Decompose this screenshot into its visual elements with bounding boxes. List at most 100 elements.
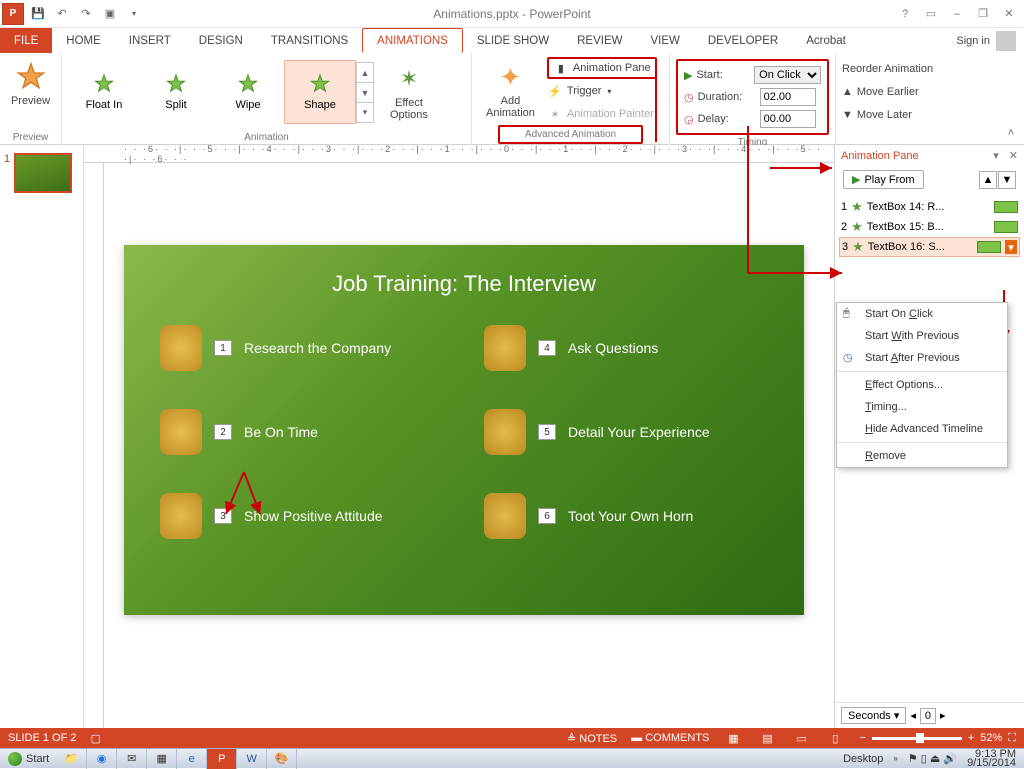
ribbon-tabs: FILE HOME INSERT DESIGN TRANSITIONS ANIM… — [0, 28, 1024, 53]
qat-customize[interactable]: ▾ — [124, 4, 144, 24]
avatar-icon — [996, 31, 1016, 51]
menu-start-with-previous[interactable]: Start With Previous — [837, 325, 1007, 347]
start-button[interactable]: Start — [0, 752, 57, 766]
item-dropdown[interactable]: ▾ — [1005, 240, 1017, 254]
zoom-out-button[interactable]: − — [859, 732, 865, 744]
gallery-shape[interactable]: Shape — [284, 60, 356, 124]
duration-input[interactable] — [760, 88, 816, 106]
undo-button[interactable]: ↶ — [52, 4, 72, 24]
explorer-icon[interactable]: 📁 — [57, 749, 87, 769]
bullet-5[interactable]: 5Detail Your Experience — [484, 409, 768, 455]
redo-button[interactable]: ↷ — [76, 4, 96, 24]
menu-hide-timeline[interactable]: Hide Advanced Timeline — [837, 418, 1007, 440]
gallery-scroll-down[interactable]: ▼ — [356, 82, 374, 103]
outlook-icon[interactable]: ✉ — [117, 749, 147, 769]
powerpoint-taskbar-icon[interactable]: P — [207, 749, 237, 769]
timeline-next[interactable]: ▸ — [940, 709, 946, 722]
comments-button[interactable]: ▬ COMMENTS — [631, 732, 709, 744]
menu-start-after-previous[interactable]: ◷Start After Previous — [837, 347, 1007, 369]
slide-editor[interactable]: · · ·6· · ·|· · ·5· · ·|· · ·4· · ·|· · … — [84, 145, 834, 728]
tab-insert[interactable]: INSERT — [115, 28, 185, 53]
calculator-icon[interactable]: ▦ — [147, 749, 177, 769]
gallery-more[interactable]: ▾ — [356, 102, 374, 123]
desktop-toolbar[interactable]: Desktop — [843, 753, 883, 765]
menu-remove[interactable]: Remove — [837, 445, 1007, 467]
bullet-4[interactable]: 4Ask Questions — [484, 325, 768, 371]
close-button[interactable]: ✕ — [1000, 5, 1018, 23]
bullet-3[interactable]: 3Show Positive Attitude — [160, 493, 444, 539]
spellcheck-icon[interactable]: ▢ — [90, 732, 100, 745]
play-from-button[interactable]: ▶Play From — [843, 170, 924, 189]
timeline-prev[interactable]: ◂ — [910, 709, 916, 722]
fit-button[interactable]: ⛶ — [1008, 732, 1016, 745]
tab-design[interactable]: DESIGN — [185, 28, 257, 53]
save-button[interactable]: 💾 — [28, 4, 48, 24]
pane-options[interactable]: ▾ — [993, 149, 999, 162]
tab-acrobat[interactable]: Acrobat — [792, 28, 860, 53]
tab-transitions[interactable]: TRANSITIONS — [257, 28, 362, 53]
bullet-6[interactable]: 6Toot Your Own Horn — [484, 493, 768, 539]
help-button[interactable]: ? — [896, 5, 914, 23]
anim-item-3[interactable]: 3★TextBox 16: S...▾ — [839, 237, 1020, 257]
restore-button[interactable]: ❐ — [974, 5, 992, 23]
sorter-view-button[interactable]: ▤ — [757, 730, 777, 746]
tray-icons[interactable]: ⚑ ▯ ⏏ 🔊 — [908, 752, 957, 765]
add-animation-button[interactable]: ✦ Add Animation — [478, 57, 543, 125]
trigger-button[interactable]: ⚡Trigger▾ — [547, 80, 657, 102]
start-slideshow-button[interactable]: ▣ — [100, 4, 120, 24]
chrome-icon[interactable]: ◉ — [87, 749, 117, 769]
start-select[interactable]: On Click — [754, 66, 821, 84]
tab-animations[interactable]: ANIMATIONS — [362, 28, 463, 53]
anim-item-2[interactable]: 2★TextBox 15: B... — [839, 217, 1020, 237]
zoom-value[interactable]: 52% — [980, 732, 1002, 744]
anim-item-1[interactable]: 1★TextBox 14: R... — [839, 197, 1020, 217]
title-bar: P 💾 ↶ ↷ ▣ ▾ Animations.pptx - PowerPoint… — [0, 0, 1024, 28]
pane-close[interactable]: ✕ — [1009, 149, 1018, 162]
preview-button[interactable]: Preview — [6, 57, 55, 111]
tab-developer[interactable]: DEVELOPER — [694, 28, 792, 53]
seconds-select[interactable]: Seconds ▾ — [841, 707, 906, 724]
system-clock[interactable]: 9:13 PM9/15/2014 — [967, 750, 1016, 768]
animation-pane-button[interactable]: ▮Animation Pane — [547, 57, 657, 79]
menu-effect-options[interactable]: Effect Options... — [837, 374, 1007, 396]
move-up-button[interactable]: ▲ — [979, 171, 997, 189]
zoom-slider[interactable] — [872, 737, 962, 740]
bullet-1[interactable]: 1Research the Company — [160, 325, 444, 371]
collapse-ribbon-button[interactable]: ˄ — [1002, 124, 1020, 142]
sign-in[interactable]: Sign in — [956, 28, 1024, 53]
thumb-slide-1[interactable]: 1 — [4, 153, 79, 193]
tab-review[interactable]: REVIEW — [563, 28, 636, 53]
effect-options-button[interactable]: ✶ Effect Options — [382, 59, 436, 125]
tab-home[interactable]: HOME — [52, 28, 115, 53]
minimize-button[interactable]: – — [948, 5, 966, 23]
normal-view-button[interactable]: ▦ — [723, 730, 743, 746]
zoom-in-button[interactable]: + — [968, 732, 974, 744]
reading-view-button[interactable]: ▭ — [791, 730, 811, 746]
group-label-advanced: Advanced Animation — [498, 125, 643, 144]
slideshow-view-button[interactable]: ▯ — [825, 730, 845, 746]
move-down-button[interactable]: ▼ — [998, 171, 1016, 189]
gallery-scroll-up[interactable]: ▲ — [356, 62, 374, 83]
menu-timing[interactable]: Timing... — [837, 396, 1007, 418]
notes-button[interactable]: ≜ NOTES — [567, 732, 617, 745]
tab-view[interactable]: VIEW — [636, 28, 693, 53]
gallery-split[interactable]: Split — [140, 60, 212, 124]
slide-title[interactable]: Job Training: The Interview — [160, 271, 768, 297]
slide-canvas[interactable]: Job Training: The Interview 1Research th… — [124, 245, 804, 615]
animation-painter-button[interactable]: ✶Animation Painter — [547, 103, 657, 125]
tab-file[interactable]: FILE — [0, 28, 52, 53]
animation-gallery[interactable]: Float In Split Wipe Shape ▲▼▾ — [68, 60, 374, 124]
delay-input[interactable] — [760, 110, 816, 128]
paint-icon[interactable]: 🎨 — [267, 749, 297, 769]
menu-start-on-click[interactable]: 🖱Start On Click — [837, 303, 1007, 325]
bullet-2[interactable]: 2Be On Time — [160, 409, 444, 455]
gallery-float-in[interactable]: Float In — [68, 60, 140, 124]
word-icon[interactable]: W — [237, 749, 267, 769]
slide-counter[interactable]: SLIDE 1 OF 2 — [8, 732, 76, 744]
tab-slideshow[interactable]: SLIDE SHOW — [463, 28, 563, 53]
ribbon-options-button[interactable]: ▭ — [922, 5, 940, 23]
gallery-wipe[interactable]: Wipe — [212, 60, 284, 124]
ie-icon[interactable]: e — [177, 749, 207, 769]
move-earlier-button[interactable]: ▲Move Earlier — [842, 81, 960, 103]
move-later-button[interactable]: ▼Move Later — [842, 104, 960, 126]
